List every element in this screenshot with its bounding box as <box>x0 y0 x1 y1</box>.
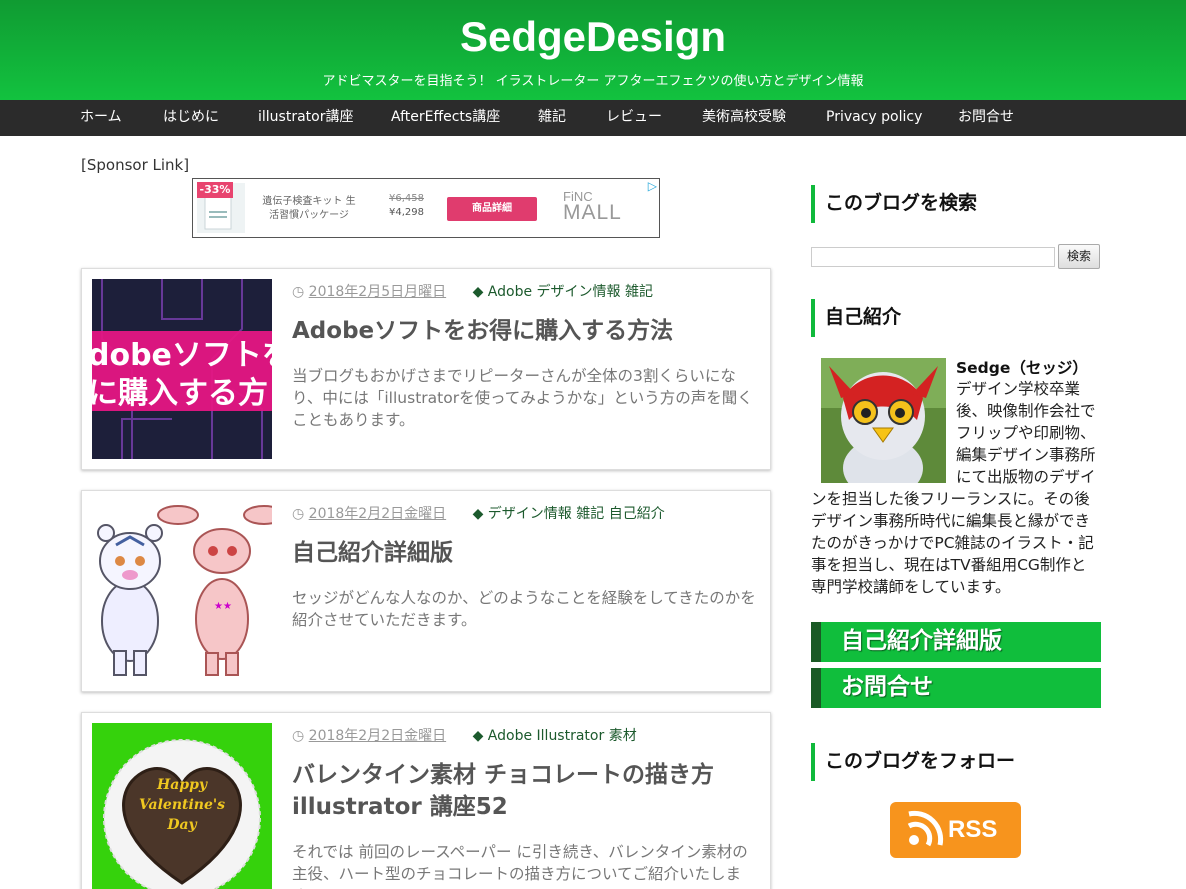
tag-icon: ◆ <box>472 728 488 744</box>
nav-item-privacy[interactable]: Privacy policy <box>826 100 922 136</box>
thumb-text-day: Day <box>166 817 197 833</box>
post-card: ★★ ◷ 2018年2月2日金曜日 ◆ デザイン情報 雑記 自己紹介 自己紹介詳… <box>81 490 771 692</box>
rss-label: RSS <box>948 816 998 843</box>
post-card: Happy Valentine's Day ◷ 2018年2月2日金曜日 ◆ A… <box>81 712 771 889</box>
ad-new-price: ¥4,298 <box>389 207 424 218</box>
nav-item-intro[interactable]: はじめに <box>163 100 219 136</box>
ad-product-name[interactable]: 遺伝子検査キット 生活習慣パッケージ <box>259 195 359 223</box>
post-card: dobeソフトを に購入する方 ◷ 2018年2月5日月曜日 ◆ Adobe デ… <box>81 268 771 470</box>
nav-item-illustrator[interactable]: illustrator講座 <box>258 100 353 136</box>
post-categories[interactable]: Adobe デザイン情報 雑記 <box>488 284 653 300</box>
tag-icon: ◆ <box>472 284 488 300</box>
svg-text:★★: ★★ <box>214 601 232 612</box>
ad-detail-button[interactable]: 商品詳細 <box>447 197 537 221</box>
post-excerpt: それでは 前回のレースペーパー に引き続き、バレンタイン素材の主役、ハート型のチ… <box>292 843 748 889</box>
post-title[interactable]: バレンタイン素材 チョコレートの描き方 illustrator 講座52 <box>292 759 762 823</box>
ad-banner[interactable]: -33% 遺伝子検査キット 生活習慣パッケージ ¥6,458 ¥4,298 商品… <box>192 178 660 238</box>
search-widget-title: このブログを検索 <box>811 185 1101 223</box>
ad-old-price: ¥6,458 <box>389 193 424 204</box>
thumb-text-line2: に購入する方 <box>92 376 268 411</box>
discount-badge: -33% <box>197 182 233 198</box>
post-categories[interactable]: Adobe Illustrator 素材 <box>488 728 637 744</box>
profile-text-block: デザイン学校卒業後、映像制作会社でフリップや印刷物、編集デザイン事務所にて出版物… <box>811 378 1101 598</box>
post-thumbnail[interactable]: ★★ <box>92 501 272 681</box>
post-categories[interactable]: デザイン情報 雑記 自己紹介 <box>488 506 665 522</box>
thumb-text-happy: Happy <box>156 777 208 793</box>
search-button[interactable]: 検索 <box>1058 244 1100 269</box>
nav-item-review[interactable]: レビュー <box>606 100 662 136</box>
main-nav: ホーム はじめに illustrator講座 AfterEffects講座 雑記… <box>0 100 1186 136</box>
nav-item-art-school[interactable]: 美術高校受験 <box>702 100 786 136</box>
clock-icon: ◷ <box>292 728 309 744</box>
post-date[interactable]: 2018年2月5日月曜日 <box>309 284 446 300</box>
site-header: SedgeDesign アドビマスターを目指そう！ イラストレーター アフターエ… <box>0 0 1186 100</box>
site-description: アドビマスターを目指そう！ イラストレーター アフターエフェクツの使い方とデザイ… <box>322 74 864 89</box>
post-title[interactable]: Adobeソフトをお得に購入する方法 <box>292 315 762 347</box>
thumb-text-line1: dobeソフトを <box>92 338 272 373</box>
ad-logo: FiNC MALL <box>563 189 643 224</box>
site-title[interactable]: SedgeDesign <box>0 0 1186 62</box>
characters-thumbnail-art: ★★ <box>92 501 272 681</box>
ad-logo-big: MALL <box>563 201 622 224</box>
follow-widget-title: このブログをフォロー <box>811 743 1101 781</box>
thumb-text-valentines: Valentine's <box>139 797 225 813</box>
post-meta: ◷ 2018年2月2日金曜日 ◆ デザイン情報 雑記 自己紹介 <box>292 503 665 523</box>
nav-item-diary[interactable]: 雑記 <box>538 100 566 136</box>
profile-detail-link[interactable]: 自己紹介詳細版 <box>811 622 1101 662</box>
rss-button[interactable]: RSS <box>890 802 1021 858</box>
post-thumbnail[interactable]: dobeソフトを に購入する方 <box>92 279 272 459</box>
sponsor-label: [Sponsor Link] <box>81 156 190 174</box>
nav-item-home[interactable]: ホーム <box>80 100 122 136</box>
adobe-thumbnail-art: dobeソフトを に購入する方 <box>92 279 272 459</box>
post-meta: ◷ 2018年2月2日金曜日 ◆ Adobe Illustrator 素材 <box>292 725 637 745</box>
post-title[interactable]: 自己紹介詳細版 <box>292 537 762 569</box>
post-excerpt: 当ブログもおかげさまでリピーターさんが全体の3割くらいになり、中には「illus… <box>292 367 753 429</box>
profile-name: Sedge（セッジ） <box>956 359 1088 377</box>
adchoices-icon[interactable]: ▷ <box>648 179 657 193</box>
post-date[interactable]: 2018年2月2日金曜日 <box>309 728 446 744</box>
clock-icon: ◷ <box>292 284 309 300</box>
clock-icon: ◷ <box>292 506 309 522</box>
nav-item-aftereffects[interactable]: AfterEffects講座 <box>391 100 500 136</box>
nav-item-contact[interactable]: お問合せ <box>958 100 1014 136</box>
rss-icon <box>907 810 944 847</box>
tag-icon: ◆ <box>472 506 488 522</box>
post-meta: ◷ 2018年2月5日月曜日 ◆ Adobe デザイン情報 雑記 <box>292 281 653 301</box>
search-input[interactable] <box>811 247 1055 267</box>
contact-link[interactable]: お問合せ <box>811 668 1101 708</box>
post-date[interactable]: 2018年2月2日金曜日 <box>309 506 446 522</box>
profile-widget-title: 自己紹介 <box>811 299 1101 337</box>
valentine-thumbnail-art: Happy Valentine's Day <box>92 723 272 889</box>
post-excerpt: セッジがどんな人なのか、どのようなことを経験をしてきたのかを紹介させていただきま… <box>292 589 756 629</box>
post-thumbnail[interactable]: Happy Valentine's Day <box>92 723 272 889</box>
